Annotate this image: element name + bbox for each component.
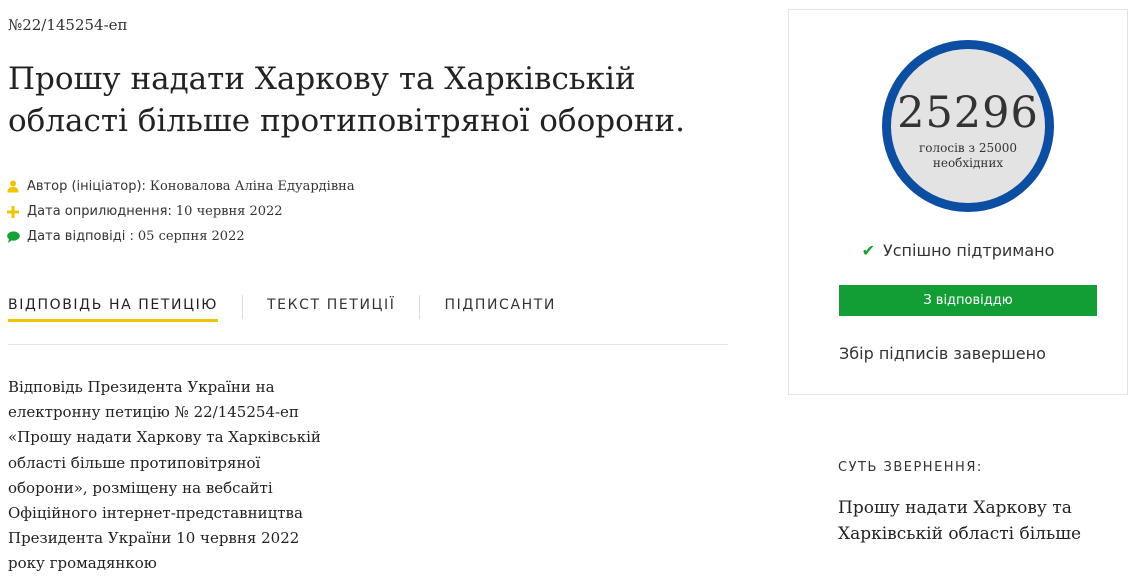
petition-meta: Автор (ініціатор): Коновалова Аліна Едуа… <box>6 174 355 249</box>
essence-label: СУТЬ ЗВЕРНЕННЯ: <box>838 460 983 475</box>
meta-author: Автор (ініціатор): Коновалова Аліна Едуа… <box>6 174 355 199</box>
tab-petition-text[interactable]: Текст петиції <box>267 290 395 319</box>
support-status: ✔ Успішно підтримано <box>789 241 1127 260</box>
plus-icon <box>6 205 20 219</box>
comment-icon <box>6 230 20 244</box>
tab-signatories[interactable]: Підписанти <box>444 290 556 319</box>
answer-paragraph: Відповідь Президента України на електрон… <box>8 378 321 573</box>
answer-text: Відповідь Президента України на електрон… <box>8 375 338 577</box>
meta-author-label: Автор (ініціатор): <box>27 179 146 194</box>
meta-answered: Дата відповіді : 05 серпня 2022 <box>6 224 355 249</box>
content-divider <box>8 344 728 345</box>
page-title: Прошу надати Харкову та Харківській обла… <box>8 61 685 139</box>
essence-text: Прошу надати Харкову та Харківській обла… <box>838 498 1082 544</box>
petition-tabs: Відповідь на петицію Текст петиції Підпи… <box>8 290 556 324</box>
user-icon <box>6 180 20 194</box>
petition-number: №22/145254-еп <box>8 16 128 34</box>
meta-answered-value: 05 серпня 2022 <box>137 229 245 244</box>
tab-answer[interactable]: Відповідь на петицію <box>8 290 219 322</box>
check-icon: ✔ <box>861 241 875 260</box>
petition-status-card: 25296 голосів з 25000 необхідних ✔ Успішн… <box>788 9 1128 395</box>
meta-published-value: 10 червня 2022 <box>175 204 283 219</box>
votes-caption-line2: необхідних <box>932 156 1004 170</box>
meta-author-value: Коновалова Аліна Едуардівна <box>149 179 355 194</box>
with-answer-button[interactable]: З відповіддю <box>839 285 1097 316</box>
meta-published: Дата оприлюднення: 10 червня 2022 <box>6 199 355 224</box>
meta-answered-label: Дата відповіді : <box>27 229 134 244</box>
collection-status: Збір підписів завершено <box>839 344 1046 363</box>
votes-counter: 25296 голосів з 25000 необхідних <box>882 40 1054 212</box>
tab-separator <box>242 295 244 319</box>
votes-count: 25296 <box>897 88 1039 138</box>
meta-published-label: Дата оприлюднення: <box>27 204 172 219</box>
tab-separator <box>419 295 421 319</box>
support-status-text: Успішно підтримано <box>883 241 1055 260</box>
votes-caption-line1: голосів з 25000 <box>918 141 1018 155</box>
